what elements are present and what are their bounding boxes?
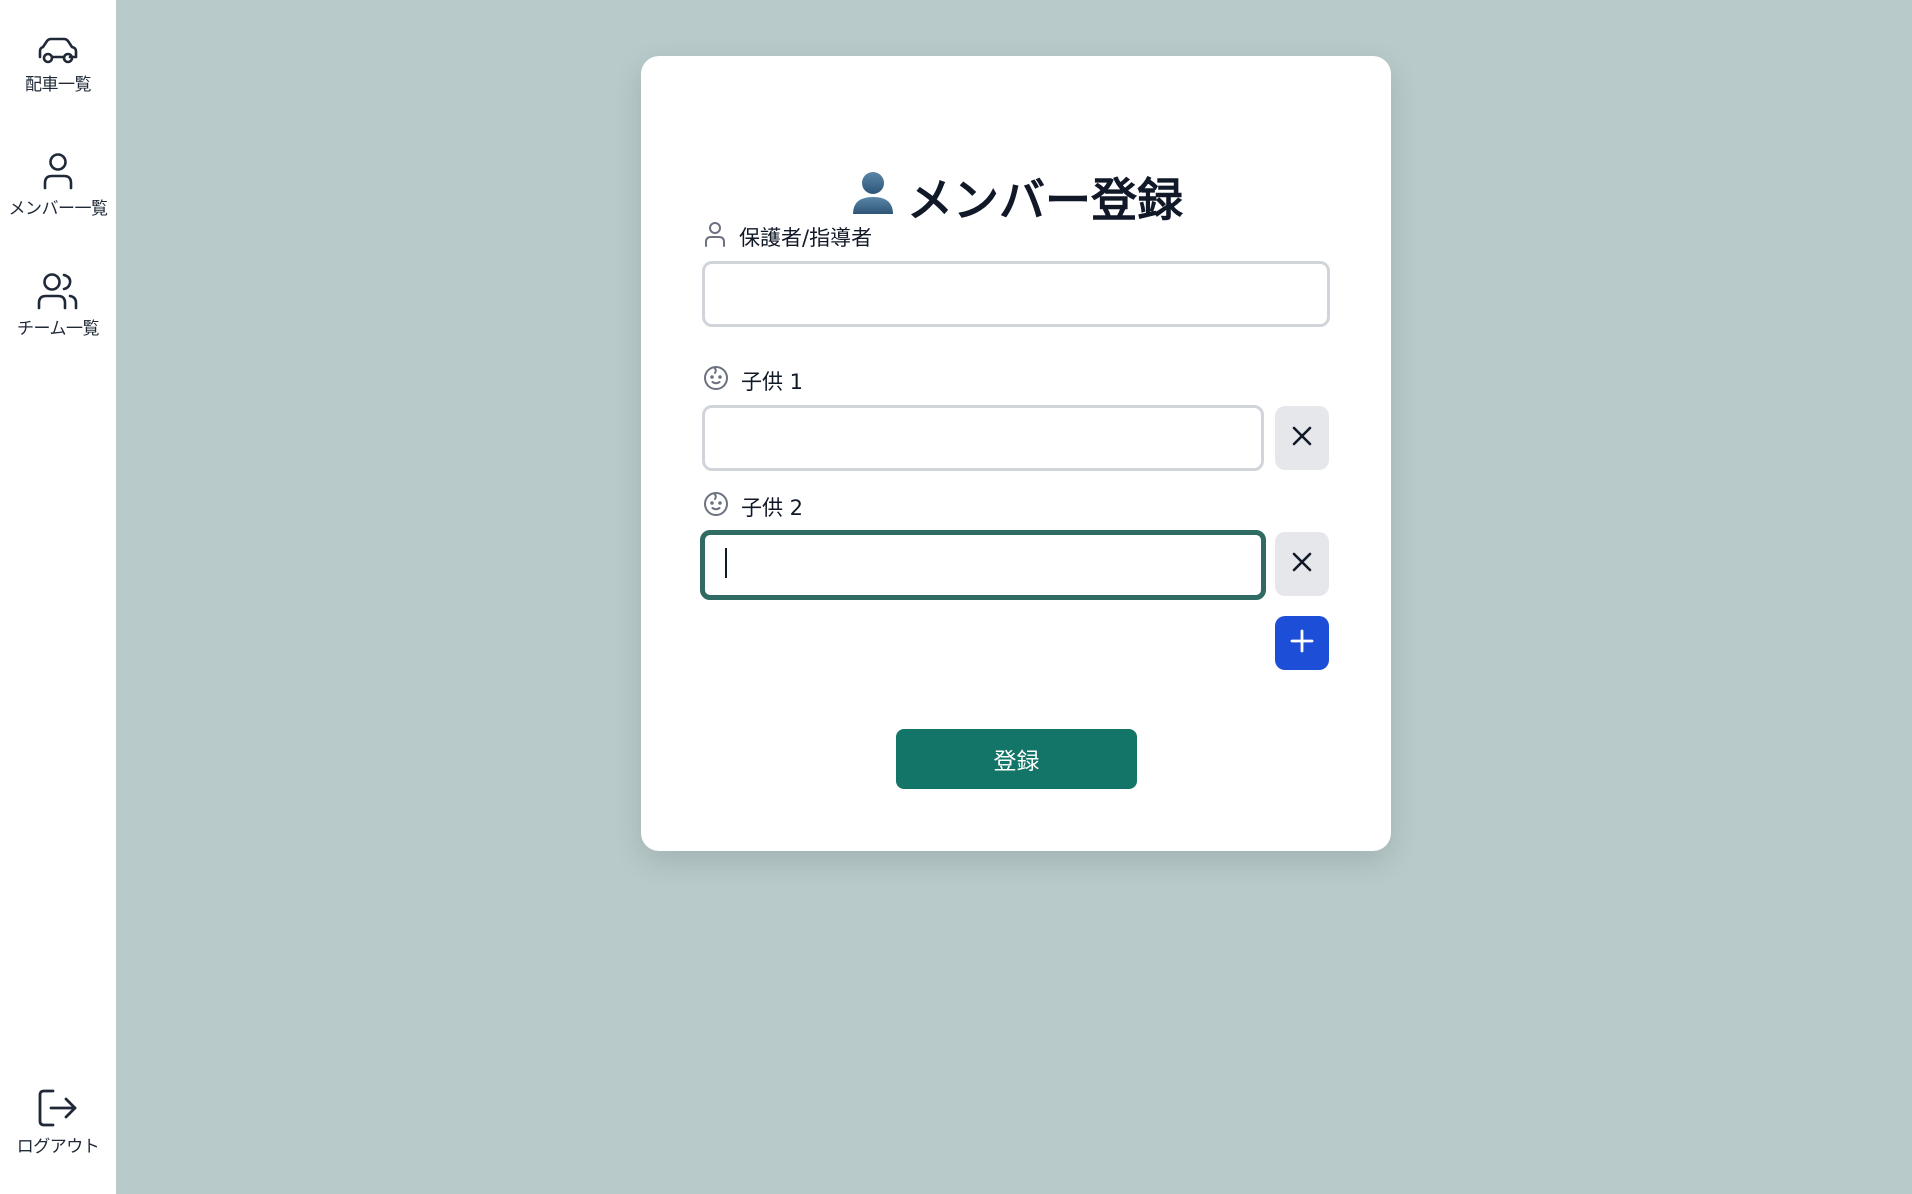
child-2-input-wrapper: [700, 530, 1266, 600]
child-2-input[interactable]: [700, 530, 1266, 600]
child-2-label: 子供 2: [703, 491, 803, 522]
guardian-label: 保護者/指導者: [703, 221, 872, 252]
sidebar: 配車一覧 メンバー一覧 チーム一覧 ログアウト: [0, 0, 116, 1194]
users-icon: [37, 272, 79, 310]
text-caret: [725, 548, 727, 578]
guardian-input[interactable]: [702, 261, 1330, 327]
register-button[interactable]: 登録: [896, 729, 1137, 789]
child-2-label-text: 子供 2: [741, 495, 804, 520]
baby-face-icon: [703, 365, 741, 396]
person-silhouette-icon: [849, 168, 897, 227]
add-child-button[interactable]: [1275, 616, 1329, 670]
sidebar-item-members[interactable]: メンバー一覧: [0, 152, 116, 219]
baby-face-icon: [703, 491, 741, 522]
child-1-input[interactable]: [702, 405, 1264, 471]
logout-label: ログアウト: [16, 1137, 100, 1157]
sidebar-item-label: 配車一覧: [25, 75, 92, 95]
plus-icon: [1290, 629, 1314, 657]
logout-icon: [37, 1088, 79, 1128]
remove-child-1-button[interactable]: [1275, 406, 1329, 470]
guardian-label-text: 保護者/指導者: [739, 225, 873, 250]
sidebar-item-cars[interactable]: 配車一覧: [0, 36, 116, 95]
close-icon: [1291, 425, 1313, 451]
car-icon: [37, 36, 79, 66]
close-icon: [1291, 551, 1313, 577]
title-text: メンバー登録: [907, 173, 1183, 227]
sidebar-item-teams[interactable]: チーム一覧: [0, 272, 116, 339]
logout-button[interactable]: ログアウト: [0, 1088, 116, 1157]
child-1-label-text: 子供 1: [741, 369, 804, 394]
sidebar-item-label: チーム一覧: [17, 319, 100, 339]
sidebar-item-label: メンバー一覧: [8, 199, 109, 219]
member-registration-card: メンバー登録 保護者/指導者 子供 1 子供 2 登録: [641, 56, 1391, 851]
child-1-label: 子供 1: [703, 365, 803, 396]
remove-child-2-button[interactable]: [1275, 532, 1329, 596]
user-icon: [703, 221, 739, 252]
user-icon: [41, 152, 75, 190]
